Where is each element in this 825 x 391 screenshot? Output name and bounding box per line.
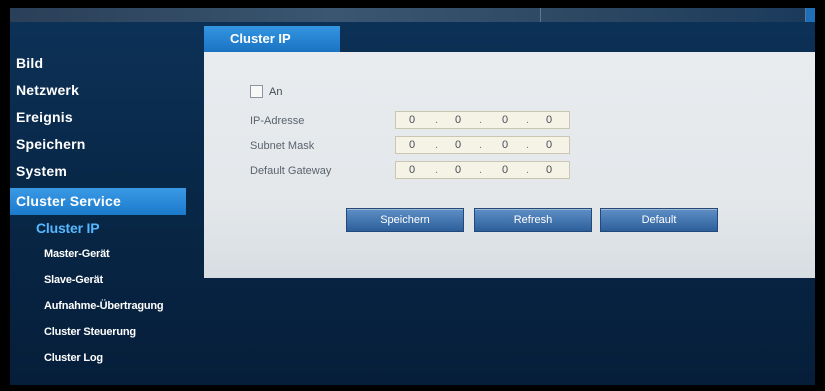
sidebar-subitem-master-geraet[interactable]: Master-Gerät — [10, 241, 205, 267]
refresh-button[interactable]: Refresh — [474, 208, 592, 232]
mask-octet-4[interactable]: 0 — [539, 137, 559, 154]
gateway-octet-3[interactable]: 0 — [495, 162, 515, 179]
sidebar-subitem-slave-geraet[interactable]: Slave-Gerät — [10, 267, 205, 293]
sidebar-item-cluster-service[interactable]: Cluster Service — [10, 188, 186, 215]
sidebar-item-system[interactable]: System — [10, 158, 205, 185]
gateway-dot: . — [479, 164, 483, 176]
ip-octet-2[interactable]: 0 — [448, 112, 468, 129]
settings-panel: An IP-Adresse 0 . 0 . 0 . 0 Subnet Mask … — [204, 52, 815, 278]
sidebar-item-bild[interactable]: Bild — [10, 50, 205, 77]
top-menu-divider — [540, 8, 541, 22]
subnet-mask-label: Subnet Mask — [250, 140, 315, 152]
enable-checkbox[interactable] — [250, 85, 263, 98]
enable-label: An — [269, 85, 283, 98]
mask-octet-2[interactable]: 0 — [448, 137, 468, 154]
gateway-octet-4[interactable]: 0 — [539, 162, 559, 179]
gateway-octet-2[interactable]: 0 — [448, 162, 468, 179]
gateway-dot: . — [435, 164, 439, 176]
sidebar: Bild Netzwerk Ereignis Speichern System … — [10, 50, 205, 371]
sidebar-subitem-cluster-ip[interactable]: Cluster IP — [10, 215, 205, 241]
ip-dot: . — [526, 114, 530, 126]
mask-octet-1[interactable]: 0 — [402, 137, 422, 154]
default-gateway-label: Default Gateway — [250, 165, 332, 177]
ip-dot: . — [435, 114, 439, 126]
gateway-octet-1[interactable]: 0 — [402, 162, 422, 179]
screen: Bild Netzwerk Ereignis Speichern System … — [10, 8, 815, 385]
default-button[interactable]: Default — [600, 208, 718, 232]
gateway-dot: . — [526, 164, 530, 176]
sidebar-subitem-aufnahme-uebertragung[interactable]: Aufnahme-Übertragung — [10, 293, 205, 319]
sidebar-item-speichern[interactable]: Speichern — [10, 131, 205, 158]
ip-octet-1[interactable]: 0 — [402, 112, 422, 129]
ip-octet-4[interactable]: 0 — [539, 112, 559, 129]
mask-dot: . — [526, 139, 530, 151]
enable-row: An — [250, 85, 282, 98]
sidebar-subitem-cluster-steuerung[interactable]: Cluster Steuerung — [10, 319, 205, 345]
sidebar-item-netzwerk[interactable]: Netzwerk — [10, 77, 205, 104]
save-button[interactable]: Speichern — [346, 208, 464, 232]
ip-address-label: IP-Adresse — [250, 115, 305, 127]
ip-dot: . — [479, 114, 483, 126]
sidebar-item-ereignis[interactable]: Ereignis — [10, 104, 205, 131]
mask-octet-3[interactable]: 0 — [495, 137, 515, 154]
ip-octet-3[interactable]: 0 — [495, 112, 515, 129]
mask-dot: . — [435, 139, 439, 151]
top-menu-bar — [10, 8, 815, 22]
ip-address-input[interactable]: 0 . 0 . 0 . 0 — [395, 111, 570, 129]
sidebar-subitem-cluster-log[interactable]: Cluster Log — [10, 345, 205, 371]
tab-cluster-ip[interactable]: Cluster IP — [204, 26, 340, 52]
default-gateway-input[interactable]: 0 . 0 . 0 . 0 — [395, 161, 570, 179]
subnet-mask-input[interactable]: 0 . 0 . 0 . 0 — [395, 136, 570, 154]
top-menu-active-segment[interactable] — [805, 8, 815, 22]
mask-dot: . — [479, 139, 483, 151]
